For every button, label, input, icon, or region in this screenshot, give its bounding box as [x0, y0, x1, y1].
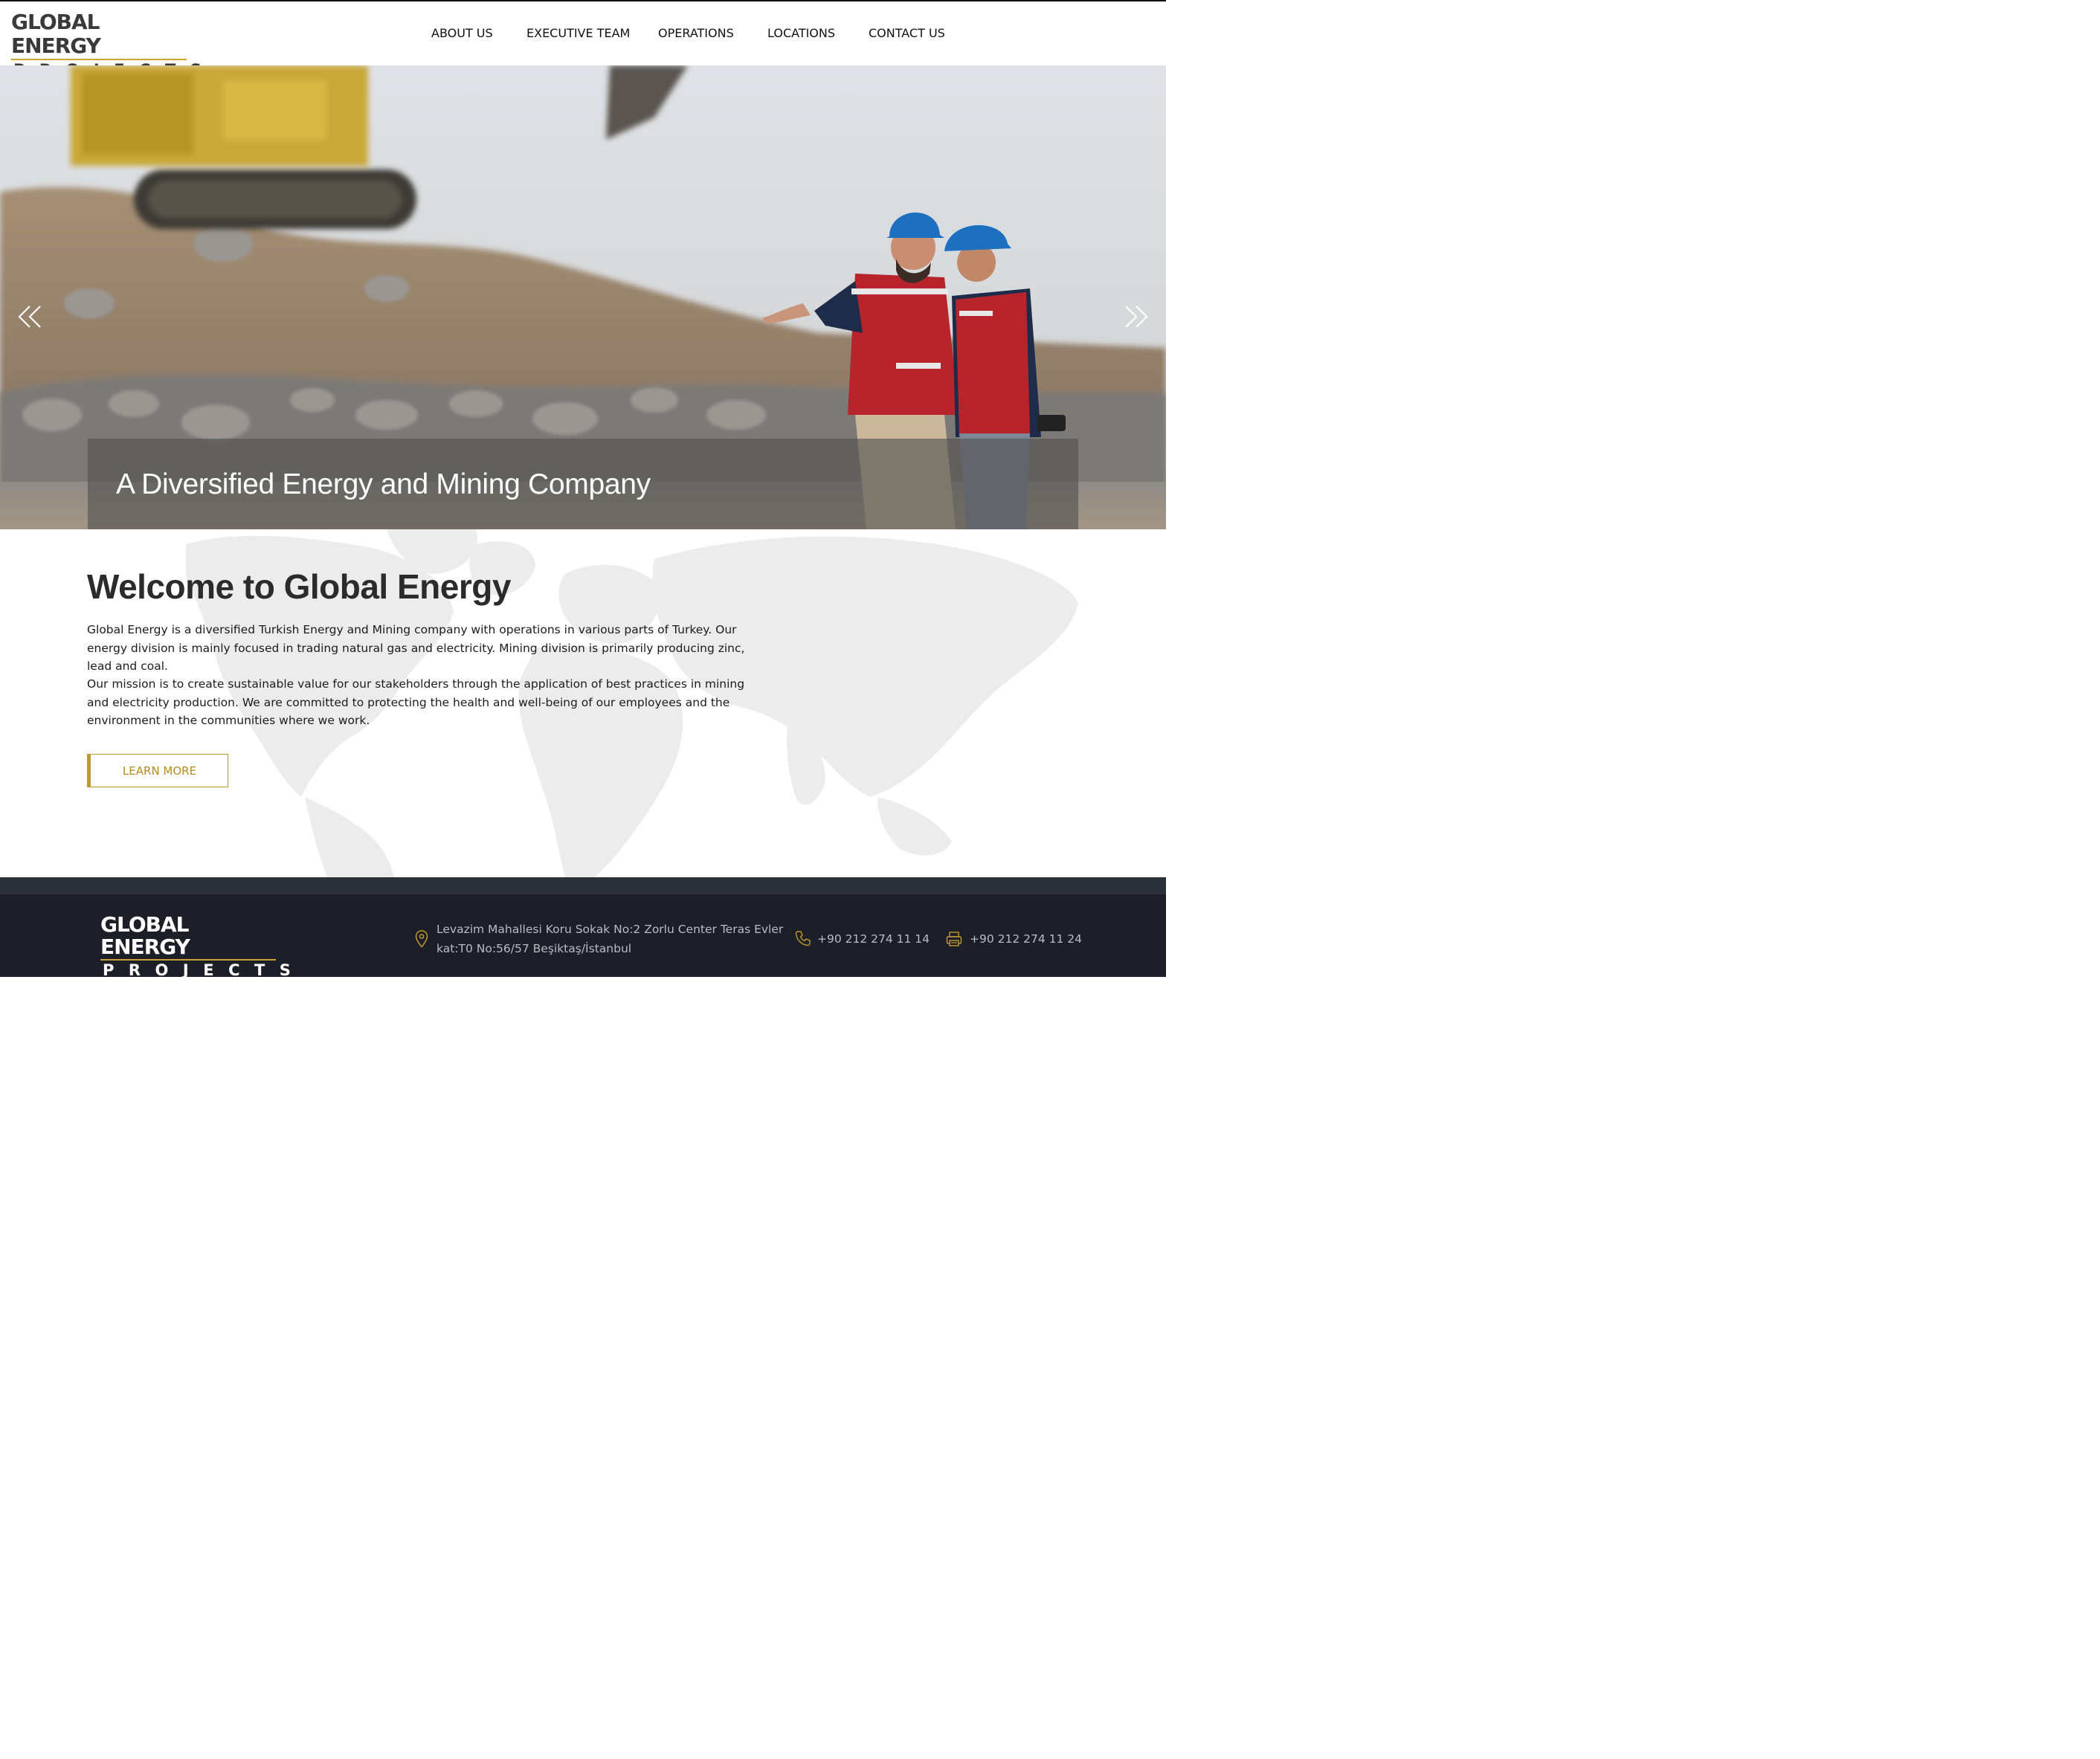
double-chevron-right-icon [1125, 306, 1148, 328]
nav-operations[interactable]: OPERATIONS [658, 26, 734, 40]
learn-more-button[interactable]: LEARN MORE [87, 754, 228, 787]
nav-about-us[interactable]: ABOUT US [431, 26, 493, 40]
footer-logo-line-2: PROJECTS [103, 961, 306, 979]
intro-paragraph: Global Energy is a diversified Turkish E… [87, 623, 745, 673]
nav-locations[interactable]: LOCATIONS [767, 26, 835, 40]
hero-caption-text: A Diversified Energy and Mining Company [116, 468, 651, 500]
welcome-title: Welcome to Global Energy [87, 567, 511, 606]
hero-slider: A Diversified Energy and Mining Company [0, 65, 1166, 529]
site-footer: GLOBAL ENERGY PROJECTS Levazim Mahallesi… [0, 894, 1166, 979]
welcome-section: Welcome to Global Energy Global Energy i… [0, 529, 1166, 877]
footer-phone[interactable]: +90 212 274 11 14 [817, 929, 930, 949]
site-logo[interactable]: GLOBAL ENERGY PROJECTS [11, 10, 202, 79]
slider-prev-button[interactable] [16, 303, 46, 330]
footer-fax: +90 212 274 11 24 [970, 932, 1083, 946]
fax-icon [946, 932, 962, 946]
footer-divider-strip [0, 877, 1166, 894]
footer-address-line-2: kat:T0 No:56/57 Beşiktaş/İstanbul [437, 942, 632, 955]
double-chevron-left-icon [18, 306, 41, 328]
hero-caption: A Diversified Energy and Mining Company [88, 439, 1078, 529]
slider-next-button[interactable] [1120, 303, 1150, 330]
footer-address-line-1: Levazim Mahallesi Koru Sokak No:2 Zorlu … [437, 923, 784, 936]
logo-line-1: GLOBAL ENERGY [11, 10, 101, 58]
phone-icon [795, 931, 811, 946]
site-header: GLOBAL ENERGY PROJECTS ABOUT US EXECUTIV… [0, 1, 1166, 79]
nav-executive-team[interactable]: EXECUTIVE TEAM [526, 26, 630, 40]
mission-paragraph: Our mission is to create sustainable val… [87, 677, 745, 727]
footer-logo[interactable]: GLOBAL ENERGY PROJECTS [100, 912, 291, 979]
footer-logo-line-1: GLOBAL ENERGY [100, 912, 190, 959]
learn-more-label: LEARN MORE [122, 764, 197, 778]
map-pin-icon [415, 930, 428, 948]
nav-contact-us[interactable]: CONTACT US [869, 26, 945, 40]
